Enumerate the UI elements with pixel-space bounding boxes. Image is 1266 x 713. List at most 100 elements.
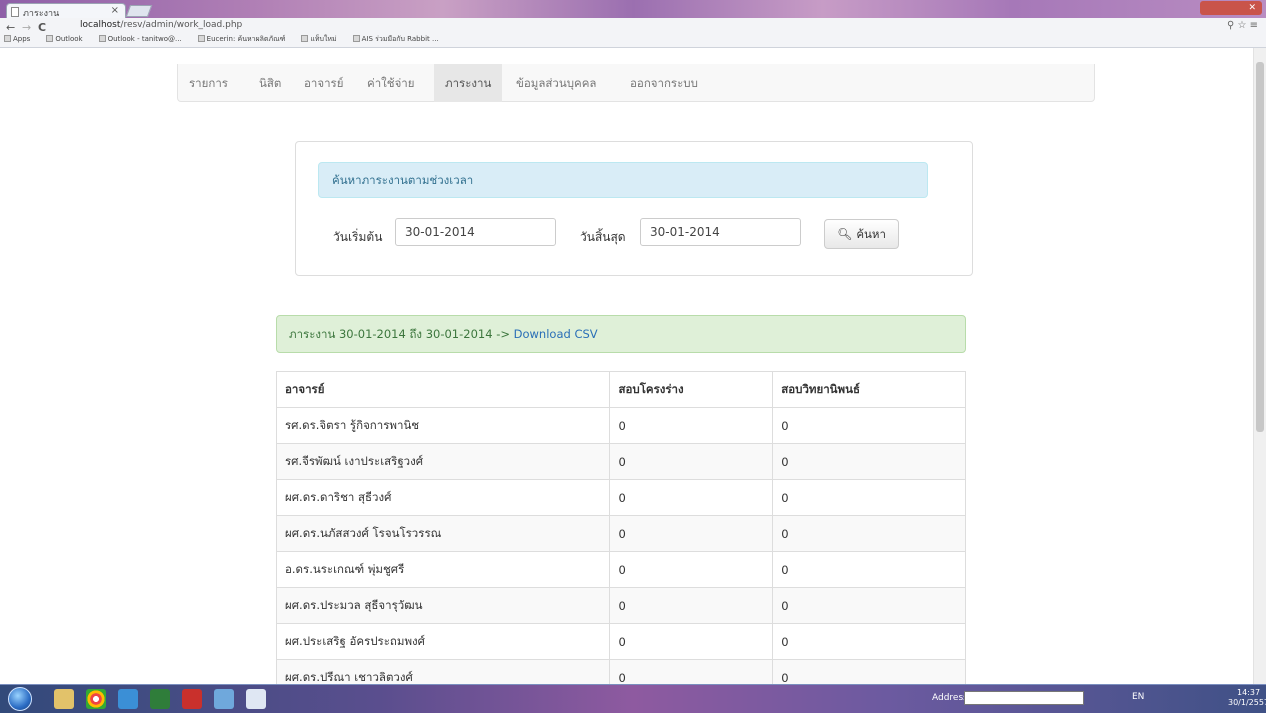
bookmark-item[interactable]: แท็บใหม่ [301, 35, 344, 43]
forward-icon[interactable]: → [22, 21, 31, 34]
nav-item-6[interactable]: ข้อมูลส่วนบุคคล [505, 64, 607, 102]
header-proposal-exam: สอบโครงร่าง [609, 371, 774, 408]
table-row: รศ.ดร.จิตรา รู้กิจการพานิช 0 0 [275, 407, 966, 444]
proposal-exam-cell: 0 [609, 443, 774, 480]
chrome-icon[interactable] [86, 689, 106, 709]
header-lecturer: อาจารย์ [275, 371, 611, 408]
start-button-icon[interactable] [8, 687, 32, 711]
tab-close-icon[interactable]: × [111, 5, 119, 16]
thesis-exam-cell: 0 [772, 407, 966, 444]
bookmark-icon [46, 35, 54, 42]
report-text: ภาระงาน 30-01-2014 ถึง 30-01-2014 -> [289, 327, 514, 341]
vertical-scrollbar[interactable] [1253, 48, 1266, 684]
workload-table: อาจารย์ สอบโครงร่าง สอบวิทยานิพนธ์ รศ.ดร… [275, 371, 966, 684]
bookmarks-bar: Apps Outlook Outlook - tanitwo@... Eucerin:… [0, 34, 1266, 47]
bookmark-item[interactable]: Outlook - tanitwo@... [98, 35, 190, 43]
nav-item-7[interactable]: ออกจากระบบ [619, 64, 709, 102]
ie-icon[interactable] [118, 689, 138, 709]
main-navbar: รายการ นิสิต อาจารย์ ค่าใช้จ่าย ภาระงาน ข้อมู… [177, 64, 1095, 102]
reload-icon[interactable]: C [38, 21, 46, 34]
thesis-exam-cell: 0 [772, 623, 966, 660]
lecturer-cell: ผศ.ดร.ประมวล สุธีจารุวัฒน [275, 587, 611, 624]
bookmark-label: Outlook - tanitwo@... [107, 35, 182, 43]
report-alert: ภาระงาน 30-01-2014 ถึง 30-01-2014 -> Dow… [276, 315, 966, 353]
lecturer-cell: รศ.ดร.จิตรา รู้กิจการพานิช [275, 407, 611, 444]
nav-item-2[interactable]: นิสิต [248, 64, 292, 102]
menu-icon[interactable]: ⚲ ☆ ≡ [1227, 20, 1258, 31]
proposal-exam-cell: 0 [609, 623, 774, 660]
table-row: ผศ.ดร.ประมวล สุธีจารุวัฒน 0 0 [275, 587, 966, 624]
header-thesis-exam: สอบวิทยานิพนธ์ [772, 371, 966, 408]
clock-time: 14:37 [1236, 688, 1261, 697]
bookmark-label: Apps [13, 35, 31, 43]
browser-toolbar: ← → C localhost/resv/admin/work_load.php… [0, 18, 1266, 48]
page-icon [11, 7, 19, 17]
bookmark-item[interactable]: AIS ร่วมมือกับ Rabbit ... [352, 35, 447, 43]
thesis-exam-cell: 0 [772, 587, 966, 624]
address-bar[interactable]: localhost/resv/admin/work_load.php [66, 20, 1206, 33]
lecturer-cell: รศ.จีรพัฒน์ เงาประเสริฐวงศ์ [275, 443, 611, 480]
bookmark-icon [197, 35, 205, 42]
search-button[interactable]: 🔍︎ ค้นหา [824, 219, 899, 249]
nav-item-5[interactable]: ภาระงาน [434, 64, 503, 102]
page-content: รายการ นิสิต อาจารย์ ค่าใช้จ่าย ภาระงาน ข้อมู… [0, 48, 1253, 684]
proposal-exam-cell: 0 [609, 515, 774, 552]
proposal-exam-cell: 0 [609, 407, 774, 444]
thesis-exam-cell: 0 [772, 443, 966, 480]
bookmark-item[interactable]: Outlook [46, 35, 90, 43]
end-date-input[interactable] [640, 218, 801, 246]
table-row: รศ.จีรพัฒน์ เงาประเสริฐวงศ์ 0 0 [275, 443, 966, 480]
bookmark-icon [4, 35, 11, 42]
lecturer-cell: ผศ.ดร.ปรีณา เชาวลิตวงศ์ [275, 659, 611, 684]
bookmark-icon [98, 35, 106, 42]
bookmark-label: AIS ร่วมมือกับ Rabbit ... [361, 35, 439, 43]
proposal-exam-cell: 0 [609, 587, 774, 624]
start-date-label: วันเริ่มต้น [333, 230, 383, 244]
explorer-icon[interactable] [54, 689, 74, 709]
bookmark-icon [301, 35, 309, 42]
network-icon[interactable] [214, 689, 234, 709]
table-row: อ.ดร.นระเกณฑ์ พุ่มชูศรี 0 0 [275, 551, 966, 588]
download-csv-link[interactable]: Download CSV [514, 327, 598, 341]
table-row: ผศ.ดร.ดาริชา สุธีวงศ์ 0 0 [275, 479, 966, 516]
bookmark-label: Outlook [55, 35, 83, 43]
table-row: ผศ.ดร.นภัสสวงศ์ โรจนโรวรรณ 0 0 [275, 515, 966, 552]
url-path: /resv/admin/work_load.php [120, 20, 243, 30]
table-row: ผศ.ดร.ปรีณา เชาวลิตวงศ์ 0 0 [275, 659, 966, 684]
window-close-button[interactable]: ✕ [1200, 1, 1262, 15]
url-host: localhost [80, 20, 121, 30]
bookmark-label: Eucerin: ค้นหาผลิตภัณฑ์ [206, 35, 286, 43]
browser-tab[interactable]: ภาระงาน × [6, 3, 126, 19]
excel-icon[interactable] [150, 689, 170, 709]
language-indicator[interactable]: EN [1132, 692, 1144, 702]
nav-item-3[interactable]: อาจารย์ [293, 64, 354, 102]
search-panel-heading: ค้นหาภาระงานตามช่วงเวลา [318, 162, 928, 198]
lecturer-cell: อ.ดร.นระเกณฑ์ พุ่มชูศรี [275, 551, 611, 588]
proposal-exam-cell: 0 [609, 479, 774, 516]
clock[interactable]: 14:37 30/1/2557 [1228, 688, 1266, 708]
pdf-icon[interactable] [182, 689, 202, 709]
nav-item-4[interactable]: ค่าใช้จ่าย [356, 64, 426, 102]
clock-date: 30/1/2557 [1228, 698, 1266, 707]
bookmark-item[interactable]: Apps [4, 35, 38, 43]
taskbar-address-label: Address [932, 693, 968, 703]
lecturer-cell: ผศ.ประเสริฐ อัครประถมพงศ์ [275, 623, 611, 660]
scrollbar-thumb[interactable] [1256, 62, 1264, 432]
search-icon: 🔍︎ [837, 227, 853, 241]
thesis-exam-cell: 0 [772, 659, 966, 684]
new-tab-button[interactable] [125, 5, 153, 17]
proposal-exam-cell: 0 [609, 659, 774, 684]
bookmark-item[interactable]: Eucerin: ค้นหาผลิตภัณฑ์ [197, 35, 294, 43]
proposal-exam-cell: 0 [609, 551, 774, 588]
notepad-icon[interactable] [246, 689, 266, 709]
nav-item-1[interactable]: รายการ [178, 64, 239, 102]
lecturer-cell: ผศ.ดร.ดาริชา สุธีวงศ์ [275, 479, 611, 516]
table-row: ผศ.ประเสริฐ อัครประถมพงศ์ 0 0 [275, 623, 966, 660]
thesis-exam-cell: 0 [772, 515, 966, 552]
taskbar-address-input[interactable] [964, 691, 1084, 705]
bookmark-icon [352, 35, 360, 42]
start-date-input[interactable] [395, 218, 556, 246]
table-header-row: อาจารย์ สอบโครงร่าง สอบวิทยานิพนธ์ [275, 371, 966, 408]
bookmark-label: แท็บใหม่ [310, 35, 337, 43]
back-icon[interactable]: ← [6, 21, 15, 34]
